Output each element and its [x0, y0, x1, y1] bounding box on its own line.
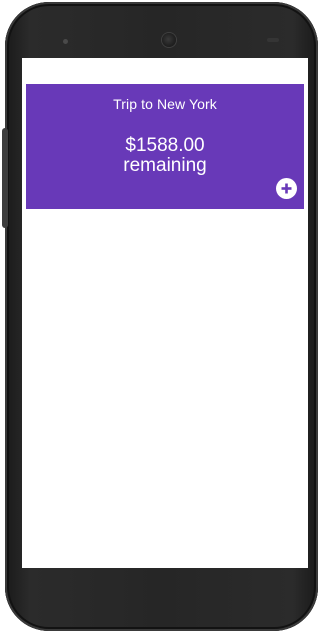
- device-frame: Trip to New York $1588.00 remaining: [0, 0, 321, 633]
- add-expense-button[interactable]: [276, 178, 297, 199]
- side-button: [2, 128, 8, 228]
- app-screen: Trip to New York $1588.00 remaining: [22, 58, 308, 568]
- proximity-sensor: [267, 38, 279, 42]
- plus-icon: [281, 183, 292, 194]
- speaker-dot: [63, 39, 68, 44]
- front-camera: [162, 33, 176, 47]
- remaining-label: remaining: [123, 155, 207, 176]
- budget-card[interactable]: Trip to New York $1588.00 remaining: [26, 84, 304, 209]
- budget-title: Trip to New York: [113, 96, 217, 112]
- remaining-amount: $1588.00: [125, 135, 205, 156]
